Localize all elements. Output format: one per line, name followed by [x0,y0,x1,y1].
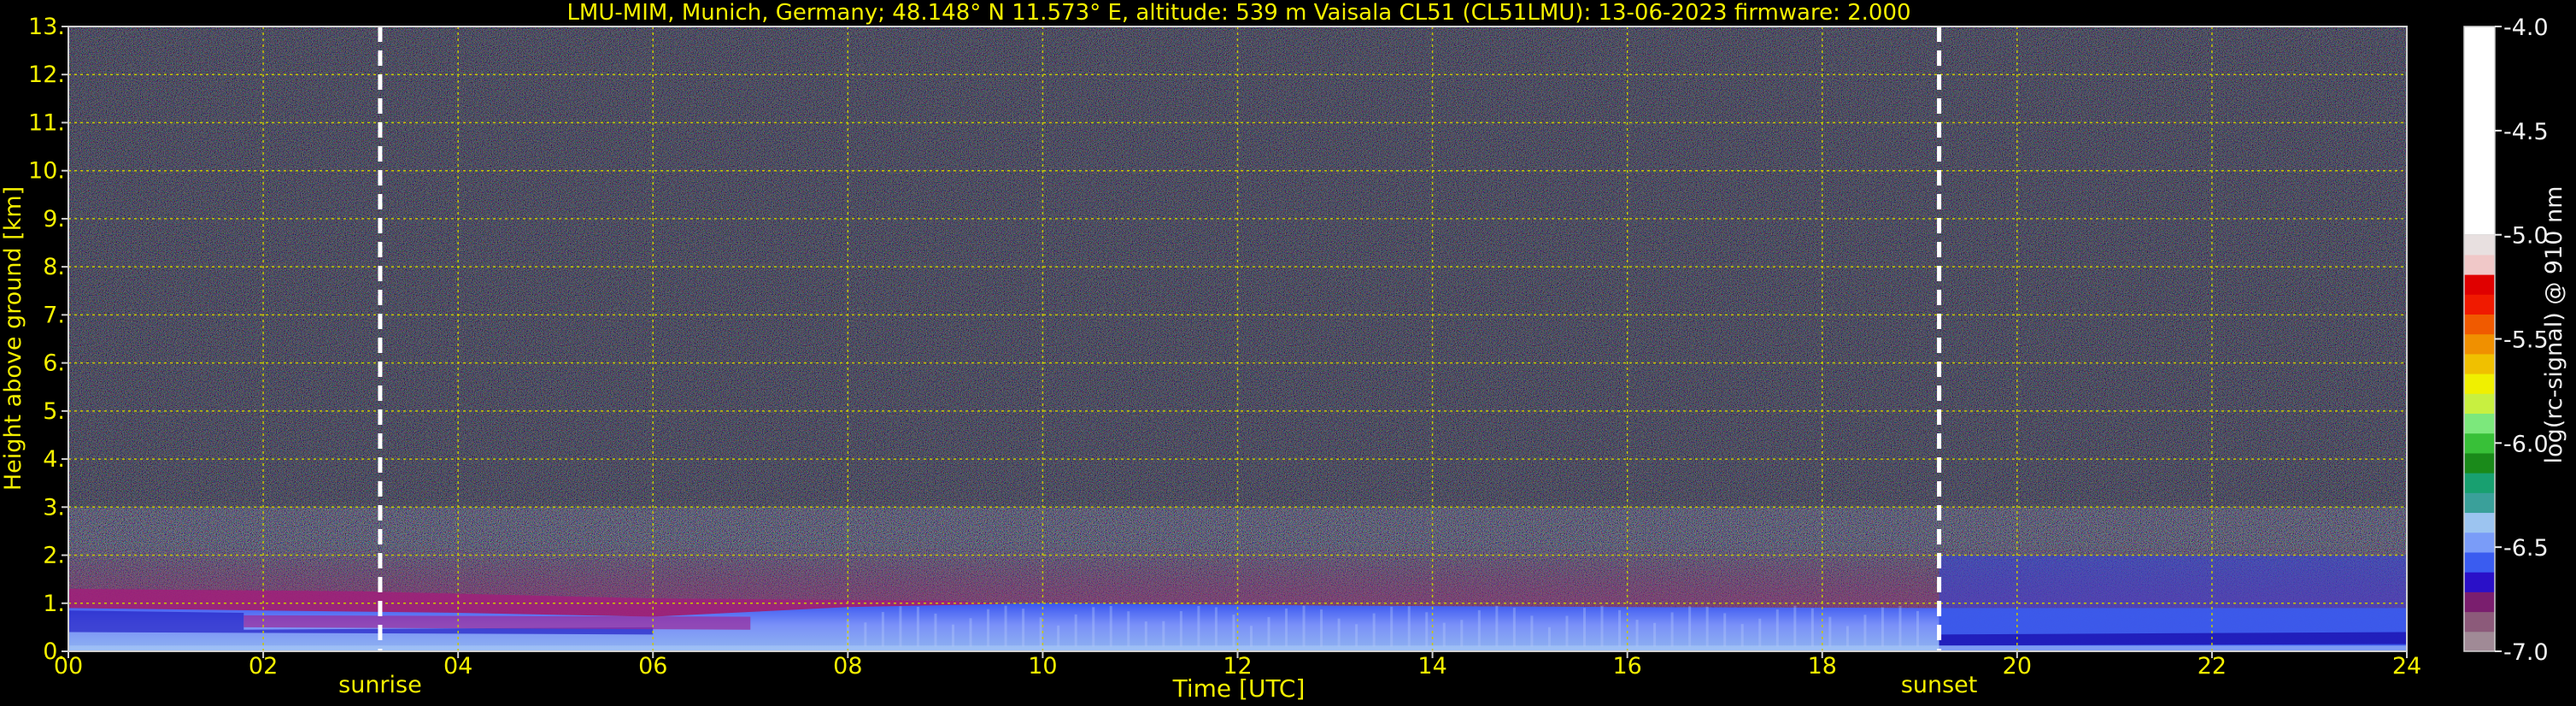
x-tick-label: 14 [1417,653,1446,680]
y-tick-label: 11. [28,109,65,136]
y-tick-label: 8. [43,254,65,280]
y-tick-label: 1. [43,591,65,617]
y-tick-label: 9. [43,206,65,232]
x-tick-label: 24 [2392,653,2421,680]
ceilometer-chart: sunrise sunset 00 02 04 06 08 10 12 14 16 18 20 22 24… [0,0,2567,703]
colorbar-swatch [2464,234,2495,256]
x-tick-label: 22 [2198,653,2227,680]
sunset-label: sunset [1901,672,1978,698]
x-tick-label: 16 [1612,653,1641,680]
colorbar-swatch [2464,473,2495,493]
colorbar: -4.0-4.5-5.0-5.5-6.0-6.5-7.0 [2463,15,2549,666]
colorbar-tick-label: -4.5 [2503,119,2549,145]
colorbar-swatch [2464,393,2495,415]
sunrise-label: sunrise [338,672,422,698]
x-axis-label: Time [UTC] [1172,674,1306,703]
chart-title: LMU-MIM, Munich, Germany; 48.148° N 11.5… [566,0,1910,26]
y-tick-label: 10. [28,158,65,185]
colorbar-swatch [2464,532,2495,553]
x-tick-label: 18 [1808,653,1837,680]
y-tick-label: 4. [43,446,65,473]
colorbar-label: log(rc-signal) @ 910 nm [2541,186,2567,464]
colorbar-swatch [2464,26,2495,235]
x-tick-label: 20 [2003,653,2032,680]
colorbar-swatch [2464,274,2495,295]
y-tick-label: 13. [28,14,65,40]
y-tick-label: 6. [43,350,65,377]
x-tick-label: 08 [833,653,862,680]
colorbar-swatch [2464,314,2495,335]
y-tick-label: 2. [43,543,65,569]
colorbar-swatch [2464,374,2495,394]
colorbar-swatch [2464,492,2495,514]
layer-stable-magenta [244,615,751,630]
y-axis-label: Height above ground [km] [0,186,26,491]
x-tick-label: 10 [1028,653,1057,680]
y-tick-label: 7. [43,302,65,328]
x-tick-label: 04 [443,653,472,680]
colorbar-swatch [2464,611,2495,632]
colorbar-swatch [2464,294,2495,315]
colorbar-swatch [2464,631,2495,652]
y-tick-label: 5. [43,398,65,425]
colorbar-tick-label: -7.0 [2503,639,2549,666]
colorbar-swatch [2464,591,2495,613]
colorbar-swatch [2464,432,2495,454]
colorbar-swatch [2464,572,2495,592]
colorbar-swatch [2464,254,2495,275]
y-tick-labels: 0. 1. 2. 3. 4. 5. 6. 7. 8. 9. 10. 11. 12. 13. [28,14,68,665]
y-tick-label: 0. [43,638,65,665]
y-tick-label: 12. [28,62,65,88]
colorbar-swatch [2464,353,2495,374]
colorbar-swatch [2464,512,2495,533]
colorbar-tick-label: -6.5 [2503,535,2549,562]
colorbar-swatch [2464,413,2495,434]
x-tick-label: 06 [638,653,667,680]
y-tick-label: 3. [43,494,65,521]
colorbar-swatch [2464,452,2495,474]
x-tick-label: 02 [249,653,278,680]
colorbar-swatch [2464,333,2495,355]
colorbar-swatch [2464,551,2495,573]
colorbar-tick-label: -4.0 [2503,15,2549,41]
